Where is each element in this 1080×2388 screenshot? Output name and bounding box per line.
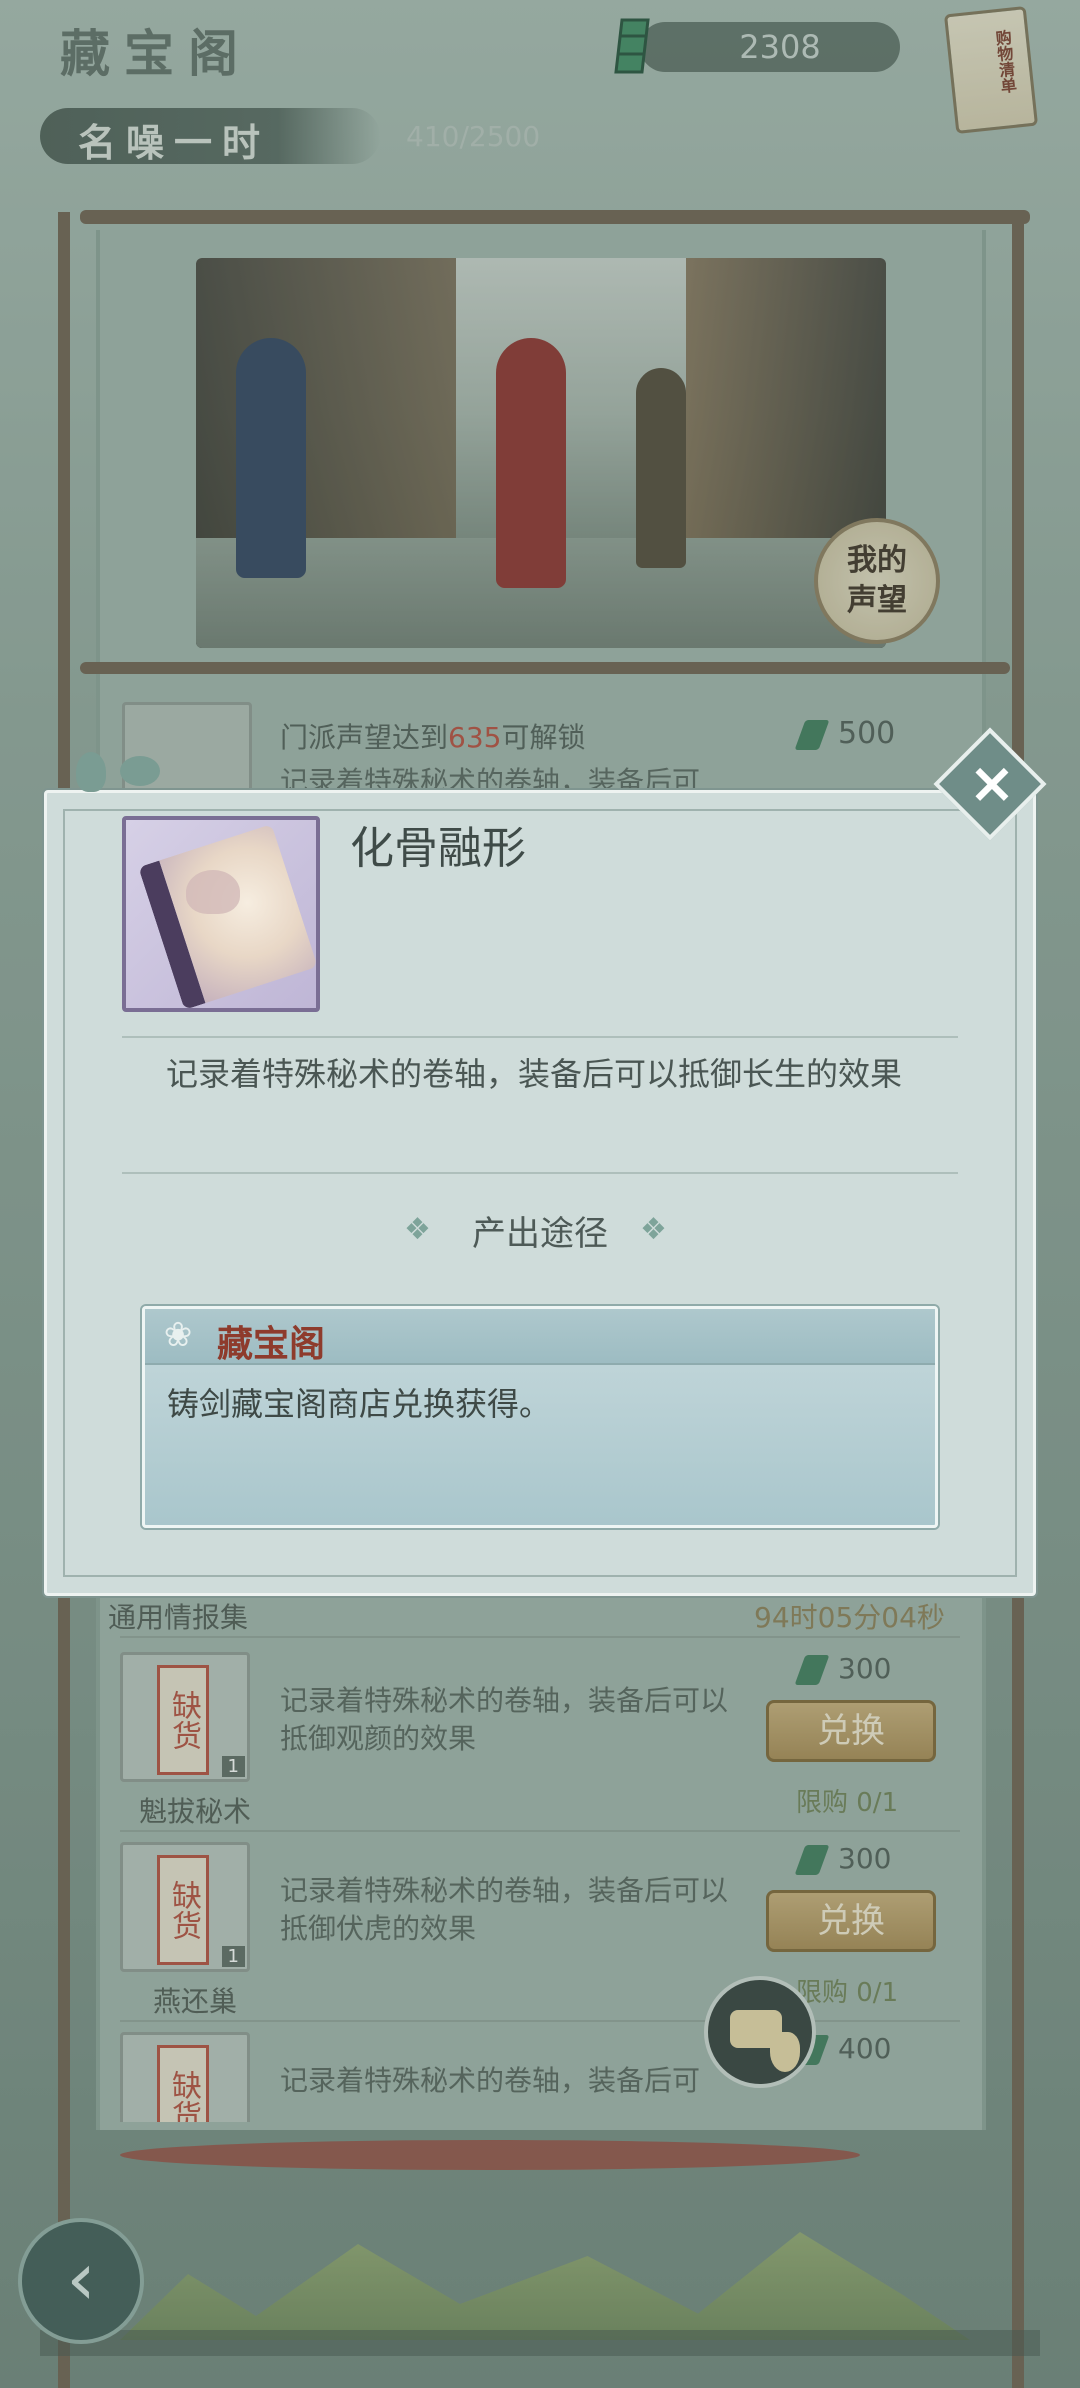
bird-decoration [76, 752, 106, 792]
item-icon [122, 816, 320, 1012]
skull-icon [186, 870, 240, 914]
divider [122, 1036, 958, 1038]
source-card[interactable]: ❀ 藏宝阁 铸剑藏宝阁商店兑换获得。 [142, 1306, 938, 1528]
bird-decoration [120, 756, 160, 786]
modal-item-name: 化骨融形 [350, 823, 526, 874]
source-name: 藏宝阁 [217, 1324, 326, 1365]
source-card-header: ❀ 藏宝阁 [145, 1309, 935, 1365]
source-text: 铸剑藏宝阁商店兑换获得。 [167, 1385, 552, 1423]
lotus-icon: ❀ [163, 1315, 193, 1355]
diamond-icon: ❖ [640, 1212, 667, 1247]
close-icon[interactable]: × [952, 744, 1032, 824]
scroll-icon [138, 824, 318, 1010]
divider [122, 1172, 958, 1174]
source-section-title: 产出途径 [472, 1214, 608, 1254]
modal-item-description: 记录着特殊秘术的卷轴，装备后可以抵御长生的效果 [166, 1055, 903, 1093]
